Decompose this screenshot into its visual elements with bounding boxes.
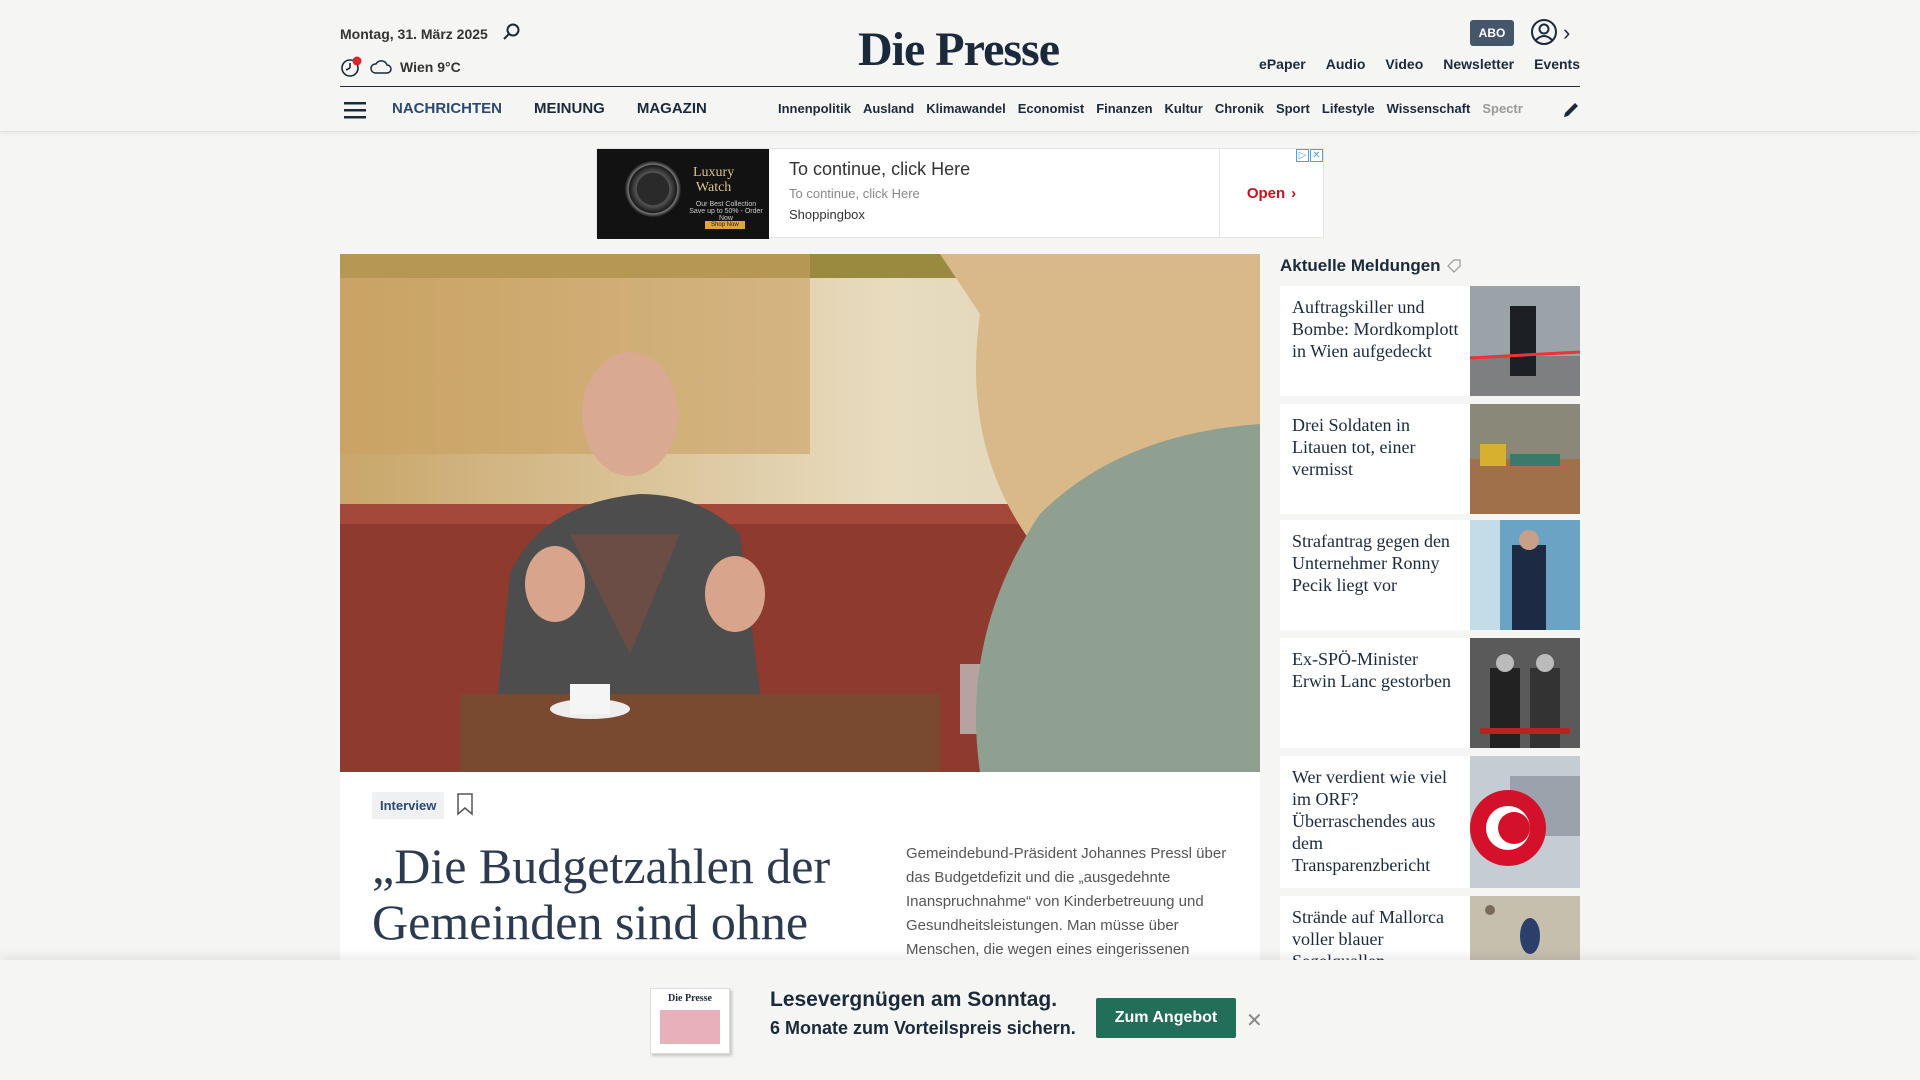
news-title[interactable]: Drei Soldaten in Litauen tot, einer verm… xyxy=(1292,414,1462,480)
subnav-ausland[interactable]: Ausland xyxy=(863,101,914,116)
tag-icon xyxy=(1446,259,1461,273)
news-item[interactable]: Wer verdient wie viel im ORF? Überrasche… xyxy=(1280,756,1580,888)
ad-controls: ▷ ✕ xyxy=(1296,149,1323,162)
news-item[interactable]: Auftragskiller und Bombe: Mordkomplott i… xyxy=(1280,286,1580,396)
current-date: Montag, 31. März 2025 xyxy=(340,26,488,42)
interview-photo xyxy=(340,254,1260,772)
ad-text[interactable]: To continue, click Here To continue, cli… xyxy=(769,149,1219,237)
news-title[interactable]: Ex-SPÖ-Minister Erwin Lanc gestorben xyxy=(1292,648,1462,692)
watch-icon xyxy=(625,161,681,217)
subnav-finanzen[interactable]: Finanzen xyxy=(1096,101,1152,116)
link-video[interactable]: Video xyxy=(1385,56,1423,72)
magazine-cover: Die Presse xyxy=(650,988,730,1054)
subnav-kultur[interactable]: Kultur xyxy=(1165,101,1203,116)
news-thumbnail[interactable] xyxy=(1470,638,1580,748)
ad-subtext: To continue, click Here xyxy=(789,186,920,201)
banner-subline: 6 Monate zum Vorteilspreis sichern. xyxy=(770,1018,1076,1038)
article-headline[interactable]: „Die Budgetzahlen der Gemeinden sind ohn… xyxy=(372,838,872,950)
subnav-lifestyle[interactable]: Lifestyle xyxy=(1322,101,1375,116)
hamburger-menu-icon[interactable] xyxy=(344,100,368,120)
news-thumbnail[interactable] xyxy=(1470,404,1580,514)
ad-headline[interactable]: To continue, click Here xyxy=(789,159,1199,180)
offer-button[interactable]: Zum Angebot xyxy=(1096,998,1236,1038)
article-tag[interactable]: Interview xyxy=(372,792,445,819)
weather-text: Wien 9°C xyxy=(400,59,461,75)
news-thumbnail[interactable] xyxy=(1470,520,1580,630)
subnav-spectrum[interactable]: Spectr xyxy=(1482,101,1522,116)
hero-image[interactable] xyxy=(340,254,1260,772)
news-thumbnail[interactable] xyxy=(1470,756,1580,888)
banner-headline: Lesevergnügen am Sonntag. xyxy=(770,988,1058,1011)
subnav-chronik[interactable]: Chronik xyxy=(1215,101,1264,116)
search-icon[interactable] xyxy=(502,22,522,42)
sidebar-title-text: Aktuelle Meldungen xyxy=(1280,256,1441,275)
news-item[interactable]: Drei Soldaten in Litauen tot, einer verm… xyxy=(1280,404,1580,514)
ad-choices-icon[interactable]: ▷ xyxy=(1296,149,1309,162)
user-account-icon[interactable] xyxy=(1530,18,1558,46)
subnav-economist[interactable]: Economist xyxy=(1018,101,1084,116)
subscription-banner: Die Presse Lesevergnügen am Sonntag. 6 M… xyxy=(0,960,1920,1080)
pencil-icon[interactable] xyxy=(1561,100,1581,120)
subnav-innenpolitik[interactable]: Innenpolitik xyxy=(778,101,851,116)
chevron-right-icon: › xyxy=(1291,184,1297,202)
subnav-klimawandel[interactable]: Klimawandel xyxy=(926,101,1005,116)
site-header: Montag, 31. März 2025 Wien 9°C Die Press… xyxy=(0,0,1920,132)
section-nachrichten[interactable]: NACHRICHTEN xyxy=(392,100,502,117)
top-links: ePaper Audio Video Newsletter Events xyxy=(1259,56,1580,72)
article-lede: Gemeindebund-Präsident Johannes Pressl ü… xyxy=(906,845,1227,958)
section-meinung[interactable]: MEINUNG xyxy=(534,100,605,117)
subnav-wissenschaft[interactable]: Wissenschaft xyxy=(1387,101,1471,116)
ad-image-title: Luxury Watch xyxy=(693,165,735,195)
ad-open-label: Open xyxy=(1246,184,1286,202)
subnav-sport[interactable]: Sport xyxy=(1276,101,1310,116)
nav-divider xyxy=(340,86,1580,87)
site-logo[interactable]: Die Presse xyxy=(858,22,1060,77)
sidebar-title: Aktuelle Meldungen xyxy=(1280,256,1461,276)
link-events[interactable]: Events xyxy=(1534,56,1580,72)
ad-image-sub: Our Best Collection Save up to 50% - Orde… xyxy=(689,201,763,222)
ad-shop-button[interactable]: Shop Now xyxy=(705,221,745,229)
chevron-right-icon[interactable]: › xyxy=(1563,20,1570,46)
section-magazin[interactable]: MAGAZIN xyxy=(637,100,707,117)
advertisement[interactable]: Luxury Watch Our Best Collection Save up t… xyxy=(596,148,1324,239)
cloud-icon xyxy=(370,60,392,74)
news-thumbnail[interactable] xyxy=(1470,896,1580,960)
magazine-cover-image xyxy=(660,1010,720,1044)
sub-navigation: Innenpolitik Ausland Klimawandel Economi… xyxy=(778,101,1540,116)
news-thumbnail[interactable] xyxy=(1470,286,1580,396)
ad-brand: Shoppingbox xyxy=(789,207,865,222)
news-item[interactable]: Ex-SPÖ-Minister Erwin Lanc gestorben xyxy=(1280,638,1580,748)
ad-close-icon[interactable]: ✕ xyxy=(1310,149,1323,162)
bookmark-icon[interactable] xyxy=(456,792,474,816)
link-epaper[interactable]: ePaper xyxy=(1259,56,1306,72)
abo-button[interactable]: ABO xyxy=(1470,20,1514,46)
news-title[interactable]: Strafantrag gegen den Unternehmer Ronny … xyxy=(1292,530,1462,596)
news-title[interactable]: Strände auf Mallorca voller blauer Segel… xyxy=(1292,906,1462,960)
main-sections: NACHRICHTEN MEINUNG MAGAZIN xyxy=(392,100,707,117)
ad-image[interactable]: Luxury Watch Our Best Collection Save up t… xyxy=(597,149,769,239)
news-item[interactable]: Strände auf Mallorca voller blauer Segel… xyxy=(1280,896,1580,960)
news-title[interactable]: Wer verdient wie viel im ORF? Überrasche… xyxy=(1292,766,1462,876)
clock-alert-icon[interactable] xyxy=(340,56,362,78)
link-audio[interactable]: Audio xyxy=(1326,56,1366,72)
news-title[interactable]: Auftragskiller und Bombe: Mordkomplott i… xyxy=(1292,296,1462,362)
ad-open-button[interactable]: Open › xyxy=(1219,149,1323,237)
link-newsletter[interactable]: Newsletter xyxy=(1443,56,1514,72)
close-icon[interactable]: ✕ xyxy=(1246,1008,1263,1033)
news-item[interactable]: Strafantrag gegen den Unternehmer Ronny … xyxy=(1280,520,1580,630)
page: Montag, 31. März 2025 Wien 9°C Die Press… xyxy=(0,0,1920,1080)
magazine-title: Die Presse xyxy=(668,993,712,1004)
weather-widget[interactable]: Wien 9°C xyxy=(340,56,461,78)
